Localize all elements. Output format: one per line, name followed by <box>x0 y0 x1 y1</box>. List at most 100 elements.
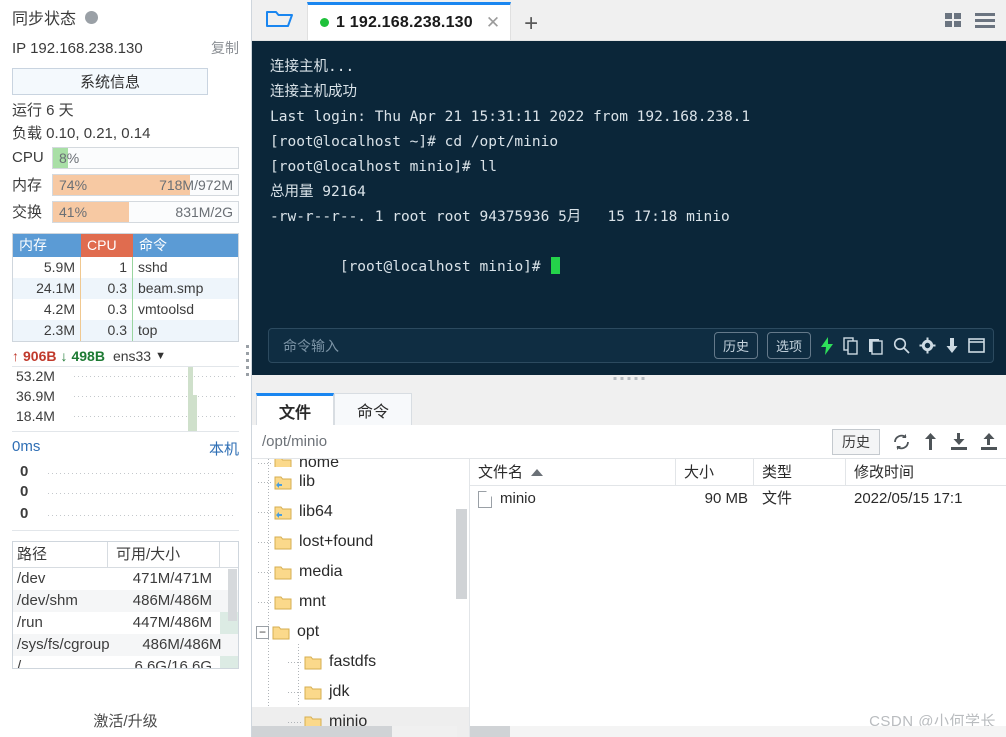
tree-item-label: lost+found <box>299 533 374 550</box>
directory-tree[interactable]: home lib lib64 <box>252 459 470 737</box>
process-memory: 5.9M <box>13 257 81 278</box>
upload-icon[interactable] <box>980 432 998 451</box>
tree-item-fastdfs[interactable]: fastdfs <box>252 647 469 677</box>
collapse-expander-icon[interactable]: − <box>256 625 269 639</box>
table-row[interactable]: /dev 471M/471M <box>13 568 238 590</box>
tree-item-lib64[interactable]: lib64 <box>252 497 469 527</box>
command-input-bar[interactable]: 命令输入 历史 选项 <box>268 328 994 364</box>
tabbar-actions <box>944 11 1006 40</box>
tree-guide-dots <box>258 481 271 483</box>
tab-commands[interactable]: 命令 <box>334 393 412 425</box>
file-size-cell: 90 MB <box>704 490 748 507</box>
session-tab-1[interactable]: 1 192.168.238.130 ✕ <box>307 2 512 40</box>
activate-upgrade-link[interactable]: 激活/升级 <box>0 710 251 731</box>
tree-item-lost-found[interactable]: lost+found <box>252 527 469 557</box>
table-row[interactable]: /dev/shm 486M/486M <box>13 590 238 612</box>
column-header-type[interactable]: 类型 <box>754 459 846 485</box>
disk-header-path[interactable]: 路径 <box>13 542 108 567</box>
table-row[interactable]: /sys/fs/cgroup 486M/486M <box>13 634 238 656</box>
grid-view-icon[interactable] <box>944 11 966 34</box>
terminal-prompt-line: [root@localhost minio]# <box>270 230 1006 305</box>
tree-item-label: lib <box>299 473 316 490</box>
disk-header-size[interactable]: 可用/大小 <box>108 542 220 567</box>
list-item[interactable]: minio 90 MB 文件 2022/05/15 17:1 <box>470 486 1006 512</box>
table-row[interactable]: 4.2M 0.3 vmtoolsd <box>13 299 238 320</box>
folder-icon <box>272 625 290 640</box>
table-row[interactable]: /run 447M/486M <box>13 612 238 634</box>
tree-item-jdk[interactable]: jdk <box>252 677 469 707</box>
chevron-down-icon[interactable]: ▼ <box>155 350 166 362</box>
table-row[interactable]: 5.9M 1 sshd <box>13 257 238 278</box>
network-interface-label[interactable]: ens33 <box>113 348 151 364</box>
tab-files[interactable]: 文件 <box>256 393 334 425</box>
folder-icon <box>274 595 292 610</box>
download-icon[interactable] <box>950 432 968 451</box>
load-average-label: 负载 0.10, 0.21, 0.14 <box>12 125 151 142</box>
network-graph-ylabel: 53.2M <box>16 368 55 384</box>
ping-graph-ylabel: 0 <box>20 505 29 522</box>
download-icon[interactable] <box>945 337 959 354</box>
column-header-size[interactable]: 大小 <box>676 459 754 485</box>
tree-item-media[interactable]: media <box>252 557 469 587</box>
command-input-placeholder[interactable]: 命令输入 <box>283 336 339 356</box>
open-folder-icon[interactable] <box>252 0 307 40</box>
table-row[interactable]: 24.1M 0.3 beam.smp <box>13 278 238 299</box>
parent-dir-icon[interactable] <box>923 432 938 451</box>
ping-graph: 0 0 0 <box>12 461 239 531</box>
tree-vertical-scrollbar[interactable] <box>456 509 467 599</box>
horizontal-splitter-handle[interactable] <box>252 375 1006 391</box>
connection-status-icon <box>320 18 329 27</box>
terminal-line: [root@localhost minio]# ll <box>270 159 497 175</box>
swap-gauge-percent: 41% <box>59 203 88 220</box>
ping-graph-ylabel: 0 <box>20 463 29 480</box>
file-list[interactable]: 文件名 大小 类型 修改时间 minio 90 MB 文件 2022/05/15… <box>470 459 1006 737</box>
folder-icon <box>274 565 292 580</box>
ping-target-label[interactable]: 本机 <box>209 438 239 459</box>
command-options-button[interactable]: 选项 <box>766 332 811 360</box>
file-list-horizontal-scrollbar[interactable] <box>470 726 1006 737</box>
tree-horizontal-scrollbar[interactable] <box>252 726 457 737</box>
process-header-command[interactable]: 命令 <box>133 234 238 257</box>
refresh-icon[interactable] <box>892 433 911 451</box>
disk-path: /sys/fs/cgroup <box>17 636 110 653</box>
tree-item-lib[interactable]: lib <box>252 467 469 497</box>
copy-ip-button[interactable]: 复制 <box>211 38 239 58</box>
swap-gauge-label: 交换 <box>12 204 43 221</box>
gear-icon[interactable] <box>919 337 936 354</box>
table-row[interactable]: 2.3M 0.3 top <box>13 320 238 341</box>
memory-gauge-row: 内存 74% 718M/972M <box>6 172 245 197</box>
gridline <box>74 376 235 377</box>
command-history-button[interactable]: 历史 <box>713 332 758 360</box>
paste-icon[interactable] <box>868 337 884 355</box>
column-header-name[interactable]: 文件名 <box>470 459 676 485</box>
copy-icon[interactable] <box>843 337 859 355</box>
window-icon[interactable] <box>968 338 985 354</box>
network-graph-ylabel: 36.9M <box>16 388 55 404</box>
file-name-cell: minio <box>470 486 676 512</box>
new-tab-button[interactable]: + <box>511 12 551 40</box>
tree-item-label: jdk <box>329 683 350 700</box>
hamburger-menu-icon[interactable] <box>974 11 996 34</box>
terminal-output[interactable]: 连接主机... 连接主机成功 Last login: Thu Apr 21 15… <box>252 41 1006 376</box>
app-window: 同步状态 IP 192.168.238.130 复制 系统信息 运行 6 天 负… <box>0 0 1006 737</box>
tree-item-mnt[interactable]: mnt <box>252 587 469 617</box>
process-header-cpu[interactable]: CPU <box>81 234 133 257</box>
search-icon[interactable] <box>893 337 910 355</box>
ip-address-label: IP 192.168.238.130 <box>12 39 143 57</box>
vertical-splitter-handle[interactable] <box>246 345 249 376</box>
table-row[interactable]: / 6.6G/16.6G <box>13 656 238 668</box>
memory-gauge-amount: 718M/972M <box>159 176 233 193</box>
terminal-cursor <box>551 257 561 274</box>
bolt-icon[interactable] <box>820 336 834 355</box>
terminal-line: 连接主机成功 <box>270 84 357 100</box>
disk-path: / <box>17 658 22 668</box>
file-history-button[interactable]: 历史 <box>832 428 880 455</box>
close-icon[interactable]: ✕ <box>486 13 500 33</box>
current-path-label[interactable]: /opt/minio <box>262 433 327 450</box>
system-info-button[interactable]: 系统信息 <box>12 68 208 95</box>
column-header-time[interactable]: 修改时间 <box>846 459 1006 485</box>
disk-table-scrollbar[interactable] <box>228 569 237 621</box>
tree-item-opt[interactable]: − opt <box>252 617 469 647</box>
tree-item-home[interactable]: home <box>252 459 469 467</box>
process-header-memory[interactable]: 内存 <box>13 234 81 257</box>
